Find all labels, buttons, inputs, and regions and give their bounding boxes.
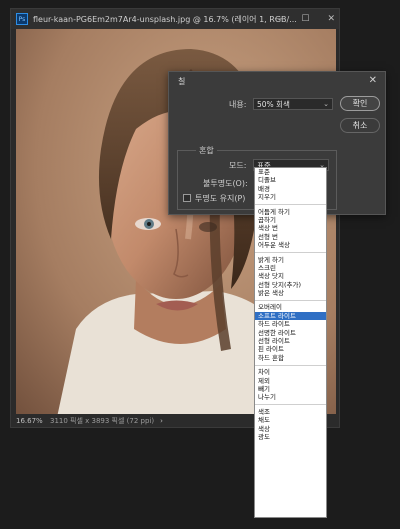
blend-mode-option[interactable]: 소프트 라이트 [255, 311, 326, 321]
ok-button[interactable]: 확인 [340, 96, 380, 111]
dropdown-separator [255, 364, 326, 366]
blend-mode-option[interactable]: 어두운 색상 [255, 241, 326, 249]
blend-mode-option[interactable]: 색상 번 [255, 224, 326, 232]
blend-mode-option[interactable]: 오버레이 [255, 303, 326, 311]
blend-mode-option[interactable]: 나누기 [255, 393, 326, 401]
maximize-icon[interactable]: ☐ [301, 14, 309, 24]
contents-value: 50% 회색 [257, 100, 290, 109]
dropdown-separator [255, 252, 326, 254]
blend-mode-option[interactable]: 색상 [255, 425, 326, 433]
blend-mode-option[interactable]: 채도 [255, 416, 326, 424]
cancel-button[interactable]: 취소 [340, 118, 380, 133]
blend-mode-option[interactable]: 제외 [255, 377, 326, 385]
blend-mode-option[interactable]: 밝은 색상 [255, 289, 326, 297]
blend-mode-option[interactable]: 색조 [255, 408, 326, 416]
preserve-transparency-checkbox[interactable] [183, 194, 191, 202]
blend-mode-option[interactable]: 하드 혼합 [255, 354, 326, 362]
dropdown-separator [255, 299, 326, 301]
minimize-icon[interactable]: — [274, 14, 283, 24]
chevron-down-icon: ⌄ [323, 100, 329, 108]
blend-mode-option[interactable]: 밝게 하기 [255, 256, 326, 264]
document-info[interactable]: 3110 픽셀 x 3893 픽셀 (72 ppi) [50, 416, 154, 426]
mode-label: 모드: [229, 161, 247, 170]
blend-mode-option[interactable]: 하드 라이트 [255, 320, 326, 328]
blend-mode-option[interactable]: 선형 번 [255, 233, 326, 241]
opacity-label: 불투명도(O): [203, 179, 248, 188]
blend-mode-option[interactable]: 광도 [255, 433, 326, 441]
contents-label: 내용: [229, 100, 247, 109]
photoshop-icon: Ps [16, 13, 28, 25]
dropdown-separator [255, 204, 326, 206]
blend-mode-option[interactable]: 선형 닷지(추가) [255, 281, 326, 289]
dialog-title: 칠 [178, 77, 186, 86]
close-icon[interactable]: ✕ [327, 14, 335, 24]
blend-mode-dropdown: 표준 디졸브 배경 지우기 어둡게 하기 곱하기 색상 번 선형 번 어두운 색상 밝게 하기 스크… [254, 167, 327, 518]
blend-mode-option[interactable]: 디졸브 [255, 176, 326, 184]
dialog-close-icon[interactable]: ✕ [369, 75, 377, 86]
blend-mode-option[interactable]: 배경 [255, 185, 326, 193]
blend-mode-option[interactable]: 어둡게 하기 [255, 208, 326, 216]
status-arrow-icon[interactable]: › [160, 417, 163, 425]
preserve-transparency-label: 투명도 유지(P) [195, 194, 246, 203]
blend-mode-option[interactable]: 지우기 [255, 193, 326, 201]
blend-mode-option[interactable]: 차이 [255, 368, 326, 376]
document-titlebar[interactable]: Ps fleur-kaan-PG6Em2m7Ar4-unsplash.jpg @… [11, 9, 339, 29]
blend-mode-option[interactable]: 선명한 라이트 [255, 329, 326, 337]
blend-mode-option[interactable]: 핀 라이트 [255, 345, 326, 353]
blending-group-title: 혼합 [196, 145, 217, 156]
zoom-level[interactable]: 16.67% [16, 417, 50, 425]
blend-mode-option[interactable]: 색상 닷지 [255, 272, 326, 280]
document-title: fleur-kaan-PG6Em2m7Ar4-unsplash.jpg @ 16… [33, 14, 297, 24]
dialog-titlebar[interactable]: 칠 ✕ [169, 72, 385, 90]
contents-select[interactable]: 50% 회색 ⌄ [253, 98, 333, 110]
dropdown-separator [255, 404, 326, 406]
